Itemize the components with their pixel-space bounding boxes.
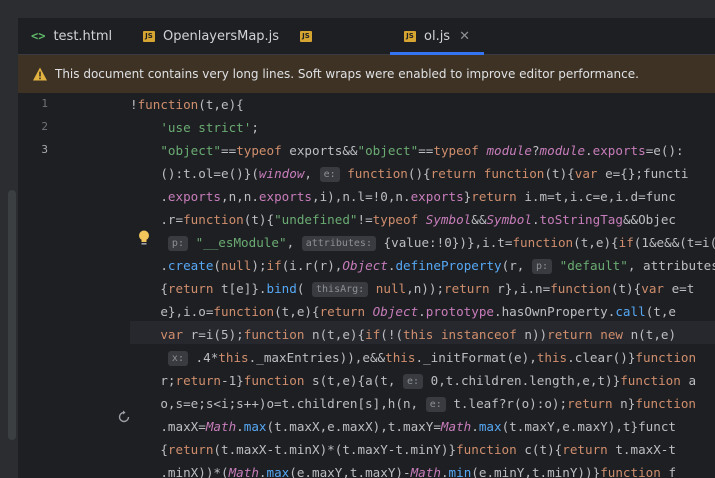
code-line: e},i.o=function(t,e){return Object.proto…	[130, 304, 677, 319]
editor-tab-bar: <> test.html JS OpenlayersMap.js JS JS o…	[18, 18, 715, 55]
tab-test-html[interactable]: <> test.html	[31, 18, 112, 54]
code-line: 'use strict';	[160, 120, 259, 135]
code-line: !function(t,e){	[130, 97, 244, 112]
tool-window-sidebar	[0, 18, 19, 478]
editor-gutter: 1 2 3	[18, 93, 130, 478]
tab-unnamed-js[interactable]: JS	[300, 18, 320, 54]
code-line: ():t.ol=e()}(window, e: function(){retur…	[130, 166, 689, 182]
tab-ol-js[interactable]: JS ol.js ✕	[390, 18, 484, 55]
code-line: o,s=e;s<i;s++)o=t.children[s],h(n, e: t.…	[130, 396, 696, 412]
code-editor[interactable]: !function(t,e){ 'use strict'; "object"==…	[130, 93, 715, 478]
js-icon: JS	[300, 30, 312, 42]
code-line: r;return-1}function s(t,e){a(t, e: 0,t.c…	[130, 373, 697, 389]
html-icon: <>	[31, 29, 46, 43]
code-line: "object"==typeof exports&&"object"==type…	[160, 143, 684, 158]
long-lines-warning-banner: This document contains very long lines. …	[18, 55, 715, 93]
code-line: .minX))*(Math.max(e.maxY,t.maxY)-Math.mi…	[130, 465, 677, 478]
code-line: {return t[e]}.bind( thisArg: null,n));re…	[130, 281, 695, 297]
code-line: x: .4*this._maxEntries)),e&&this._initFo…	[130, 346, 696, 369]
line-number: 2	[41, 120, 48, 133]
code-line: var r=i(5);function n(t,e){if(!(this ins…	[160, 327, 677, 342]
js-icon: JS	[143, 30, 155, 42]
code-line: .r=function(t){"undefined"!=typeof Symbo…	[130, 212, 677, 227]
lightbulb-icon[interactable]	[137, 229, 151, 247]
title-strip	[0, 0, 715, 18]
code-line: .maxX=Math.max(t.maxX,e.maxX),t.maxY=Mat…	[130, 419, 676, 434]
tab-openlayersmap-js[interactable]: JS OpenlayersMap.js	[143, 18, 279, 54]
banner-message: This document contains very long lines. …	[55, 67, 639, 81]
line-number: 1	[41, 97, 48, 110]
code-line: p: "__esModule", attributes: {value:!0})…	[130, 231, 715, 254]
js-icon: JS	[404, 30, 416, 42]
code-line: {return(t.maxX-t.minX)*(t.maxY-t.minY)}f…	[130, 442, 676, 457]
tab-label: test.html	[53, 28, 113, 44]
code-line: .create(null);if(i.r(r),Object.definePro…	[130, 258, 715, 274]
close-icon[interactable]: ✕	[459, 29, 470, 44]
sidebar-scrollbar[interactable]	[8, 190, 16, 440]
line-number: 3	[41, 143, 48, 156]
code-line: .exports,n,n.exports,i),n.l=!0,n.exports…	[130, 189, 676, 204]
warning-icon	[33, 67, 47, 81]
tab-label: OpenlayersMap.js	[163, 28, 280, 44]
tab-label: ol.js	[424, 28, 451, 44]
